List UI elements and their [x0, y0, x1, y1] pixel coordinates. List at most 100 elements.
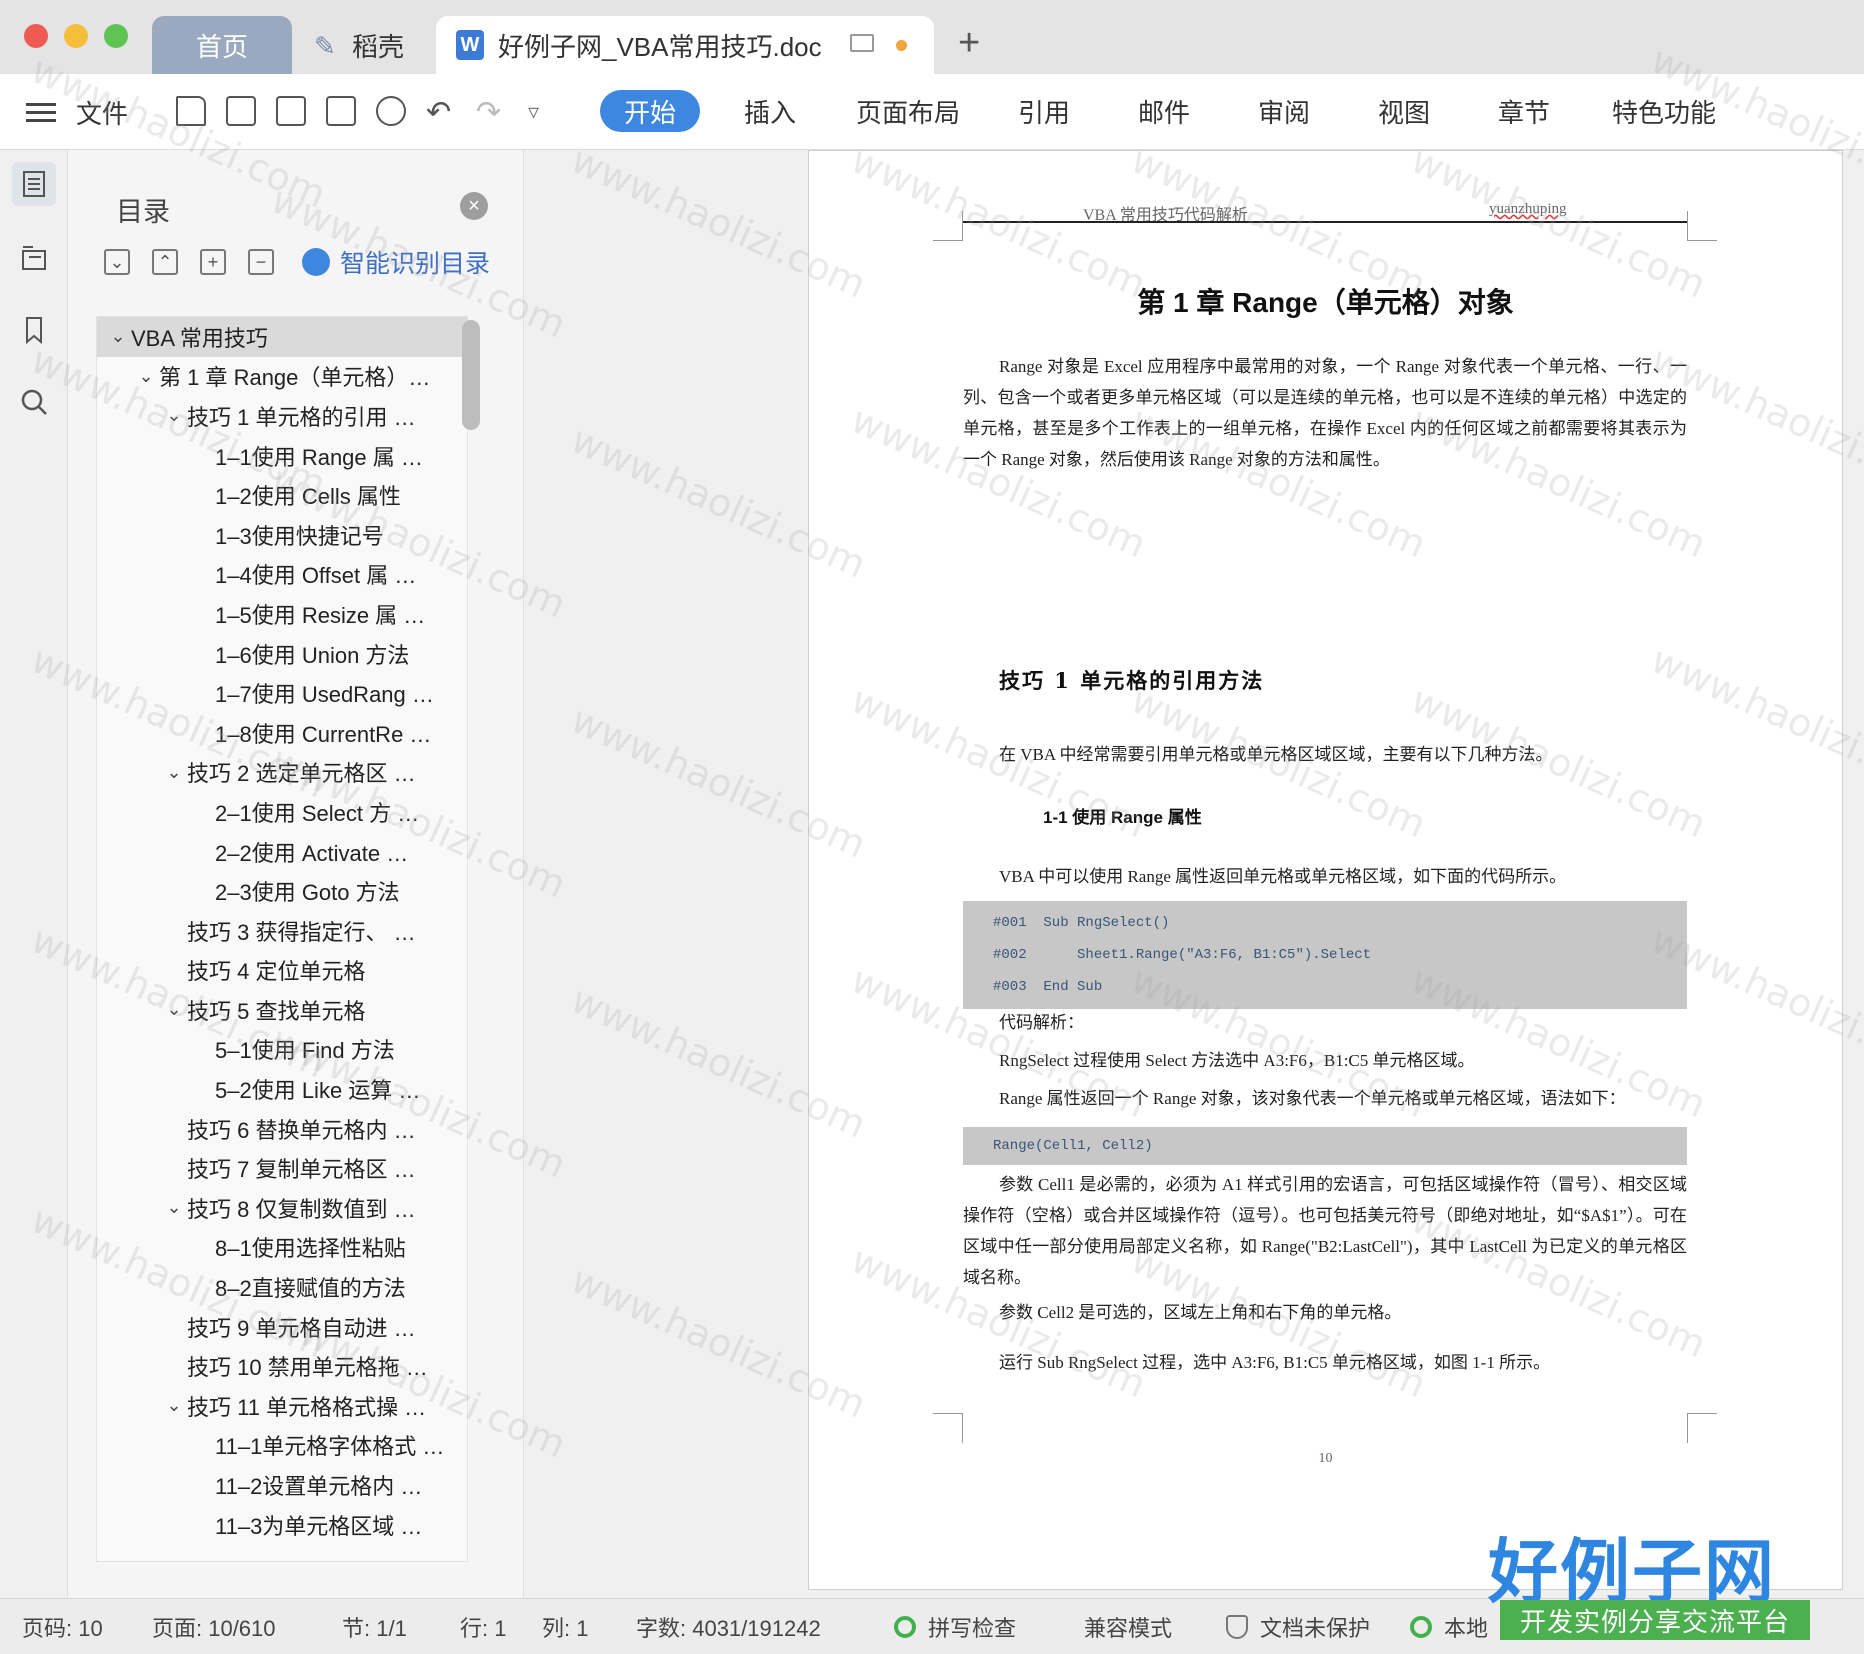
- toc-item[interactable]: ⌄ 技巧 2 选定单元格区 …: [97, 753, 467, 793]
- ribbon-tab-sections[interactable]: 章节: [1498, 90, 1550, 132]
- undo-icon[interactable]: ↶: [426, 74, 451, 150]
- ribbon-tab-special-features[interactable]: 特色功能: [1612, 90, 1716, 132]
- export-pdf-icon[interactable]: [276, 96, 306, 126]
- toc-item[interactable]: 11–3为单元格区域 …: [97, 1505, 467, 1545]
- toc-item[interactable]: ⌄ 第 1 章 Range（单元格）…: [97, 357, 467, 397]
- bookmark-icon[interactable]: [12, 308, 56, 352]
- expand-up-icon[interactable]: ⌃: [152, 249, 178, 275]
- smart-toc-button[interactable]: 智能识别目录: [302, 244, 490, 280]
- collapse-all-icon[interactable]: ⌄: [104, 249, 130, 275]
- ribbon-tab-review[interactable]: 审阅: [1258, 90, 1310, 132]
- chevron-down-icon[interactable]: ⌄: [105, 326, 131, 347]
- ribbon-tab-page-layout[interactable]: 页面布局: [856, 90, 960, 132]
- toc-item[interactable]: 1–7使用 UsedRang …: [97, 673, 467, 713]
- remove-heading-icon[interactable]: −: [248, 249, 274, 275]
- toc-item[interactable]: 技巧 10 禁用单元格拖 …: [97, 1346, 467, 1386]
- toc-item[interactable]: 2–2使用 Activate …: [97, 832, 467, 872]
- ribbon-tab-insert-label: 插入: [744, 97, 797, 128]
- close-window-button[interactable]: [24, 24, 48, 48]
- margin-corner-tl: [933, 211, 963, 241]
- toc-panel-icon[interactable]: [12, 162, 56, 206]
- ribbon-tab-start[interactable]: 开始: [600, 90, 701, 132]
- toc-item-label: 技巧 3 获得指定行、 …: [187, 919, 416, 945]
- print-preview-icon[interactable]: [376, 96, 406, 126]
- toc-item-label: 技巧 6 替换单元格内 …: [187, 1117, 416, 1143]
- status-words[interactable]: 字数: 4031/191242: [636, 1599, 821, 1654]
- tab-home[interactable]: 首页: [152, 16, 292, 74]
- code-block: #001 Sub RngSelect() #002 Sheet1.Range("…: [963, 901, 1687, 1009]
- tab-daoke[interactable]: ✎ 稻壳: [306, 16, 426, 74]
- ribbon-tab-mailings[interactable]: 邮件: [1138, 90, 1190, 132]
- tab-document[interactable]: W 好例子网_VBA常用技巧.doc: [436, 16, 934, 74]
- ribbon-tab-references[interactable]: 引用: [1018, 90, 1070, 132]
- toc-item[interactable]: 技巧 3 获得指定行、 …: [97, 911, 467, 951]
- toc-item-label: VBA 常用技巧: [131, 325, 268, 351]
- compat-mode: 兼容模式: [1084, 1616, 1173, 1641]
- toc-item[interactable]: 8–2直接赋值的方法: [97, 1267, 467, 1307]
- toc-item[interactable]: 1–2使用 Cells 属性: [97, 475, 467, 515]
- toc-list: ⌄ VBA 常用技巧 ⌄ 第 1 章 Range（单元格）… ⌄ 技巧 1 单元格的引用 …: [96, 316, 468, 1562]
- hamburger-menu-icon[interactable]: [26, 74, 56, 150]
- code-line: #001 Sub RngSelect(): [993, 915, 1170, 931]
- spell-check-button[interactable]: 拼写检查: [894, 1599, 1016, 1654]
- toc-item[interactable]: 1–6使用 Union 方法: [97, 634, 467, 674]
- syntax-block: Range(Cell1, Cell2): [963, 1127, 1687, 1165]
- toc-item[interactable]: 1–8使用 CurrentRe …: [97, 713, 467, 753]
- toc-item[interactable]: 11–1单元格字体格式 …: [97, 1426, 467, 1466]
- maximize-window-button[interactable]: [104, 24, 128, 48]
- toc-item[interactable]: 技巧 7 复制单元格区 …: [97, 1148, 467, 1188]
- chevron-down-icon[interactable]: ⌄: [161, 405, 187, 426]
- customize-dropdown-icon[interactable]: ▿: [528, 74, 539, 150]
- chevron-down-icon[interactable]: ⌄: [161, 1395, 187, 1416]
- close-icon[interactable]: ×: [460, 192, 488, 220]
- toc-item[interactable]: 1–5使用 Resize 属 …: [97, 594, 467, 634]
- toc-item[interactable]: 技巧 4 定位单元格: [97, 951, 467, 991]
- print-icon[interactable]: [326, 96, 356, 126]
- toc-item[interactable]: 8–1使用选择性粘贴: [97, 1228, 467, 1268]
- toc-item[interactable]: 2–1使用 Select 方 …: [97, 792, 467, 832]
- ribbon-tab-insert[interactable]: 插入: [744, 90, 796, 132]
- toc-item[interactable]: 5–2使用 Like 运算 …: [97, 1069, 467, 1109]
- toc-item[interactable]: ⌄ 技巧 11 单元格格式操 …: [97, 1386, 467, 1426]
- toc-item[interactable]: 5–1使用 Find 方法: [97, 1030, 467, 1070]
- toc-item[interactable]: ⌄ VBA 常用技巧: [97, 317, 467, 357]
- toc-scrollbar[interactable]: [462, 320, 480, 430]
- toc-item[interactable]: 技巧 9 单元格自动进 …: [97, 1307, 467, 1347]
- save-icon[interactable]: [226, 96, 256, 126]
- toc-item[interactable]: 1–4使用 Offset 属 …: [97, 555, 467, 595]
- toc-item[interactable]: 2–3使用 Goto 方法: [97, 871, 467, 911]
- file-menu[interactable]: 文件: [76, 74, 128, 150]
- chevron-down-icon[interactable]: ⌄: [161, 1197, 187, 1218]
- search-icon[interactable]: [12, 380, 56, 424]
- page-header-right: yuanzhuping: [1489, 201, 1567, 217]
- navigation-pane-icon[interactable]: [12, 236, 56, 280]
- redo-icon[interactable]: ↷: [476, 74, 501, 150]
- status-pages[interactable]: 页面: 10/610: [152, 1599, 276, 1654]
- ribbon-tab-sections-label: 章节: [1498, 97, 1551, 128]
- chevron-down-icon[interactable]: ⌄: [161, 762, 187, 783]
- ribbon-tab-view[interactable]: 视图: [1378, 90, 1430, 132]
- open-folder-icon[interactable]: [176, 96, 206, 126]
- site-logo: 好例子网 开发实例分享交流平台: [1488, 1516, 1848, 1646]
- code-line: #002 Sheet1.Range("A3:F6, B1:C5").Select: [993, 947, 1372, 963]
- local-button[interactable]: 本地: [1410, 1599, 1488, 1654]
- protect-label: 文档未保护: [1260, 1616, 1371, 1641]
- monitor-icon[interactable]: [850, 34, 874, 52]
- chevron-down-icon[interactable]: ⌄: [161, 999, 187, 1020]
- add-heading-icon[interactable]: +: [200, 249, 226, 275]
- document-page[interactable]: VBA 常用技巧代码解析 yuanzhuping 第 1 章 Range（单元格…: [808, 150, 1843, 1590]
- word-doc-icon: W: [456, 30, 484, 60]
- add-tab-button[interactable]: +: [958, 22, 980, 65]
- protect-button[interactable]: 文档未保护: [1226, 1599, 1370, 1654]
- toc-item[interactable]: 1–3使用快捷记号: [97, 515, 467, 555]
- toc-item[interactable]: 1–1使用 Range 属 …: [97, 436, 467, 476]
- toc-item-label: 2–3使用 Goto 方法: [215, 880, 400, 906]
- toc-item[interactable]: ⌄ 技巧 8 仅复制数值到 …: [97, 1188, 467, 1228]
- toc-item[interactable]: 11–2设置单元格内 …: [97, 1465, 467, 1505]
- toc-item[interactable]: ⌄ 技巧 5 查找单元格: [97, 990, 467, 1030]
- toc-item[interactable]: ⌄ 技巧 1 单元格的引用 …: [97, 396, 467, 436]
- status-row: 行: 1: [460, 1616, 507, 1641]
- toc-item[interactable]: 技巧 6 替换单元格内 …: [97, 1109, 467, 1149]
- minimize-window-button[interactable]: [64, 24, 88, 48]
- chevron-down-icon[interactable]: ⌄: [133, 366, 159, 387]
